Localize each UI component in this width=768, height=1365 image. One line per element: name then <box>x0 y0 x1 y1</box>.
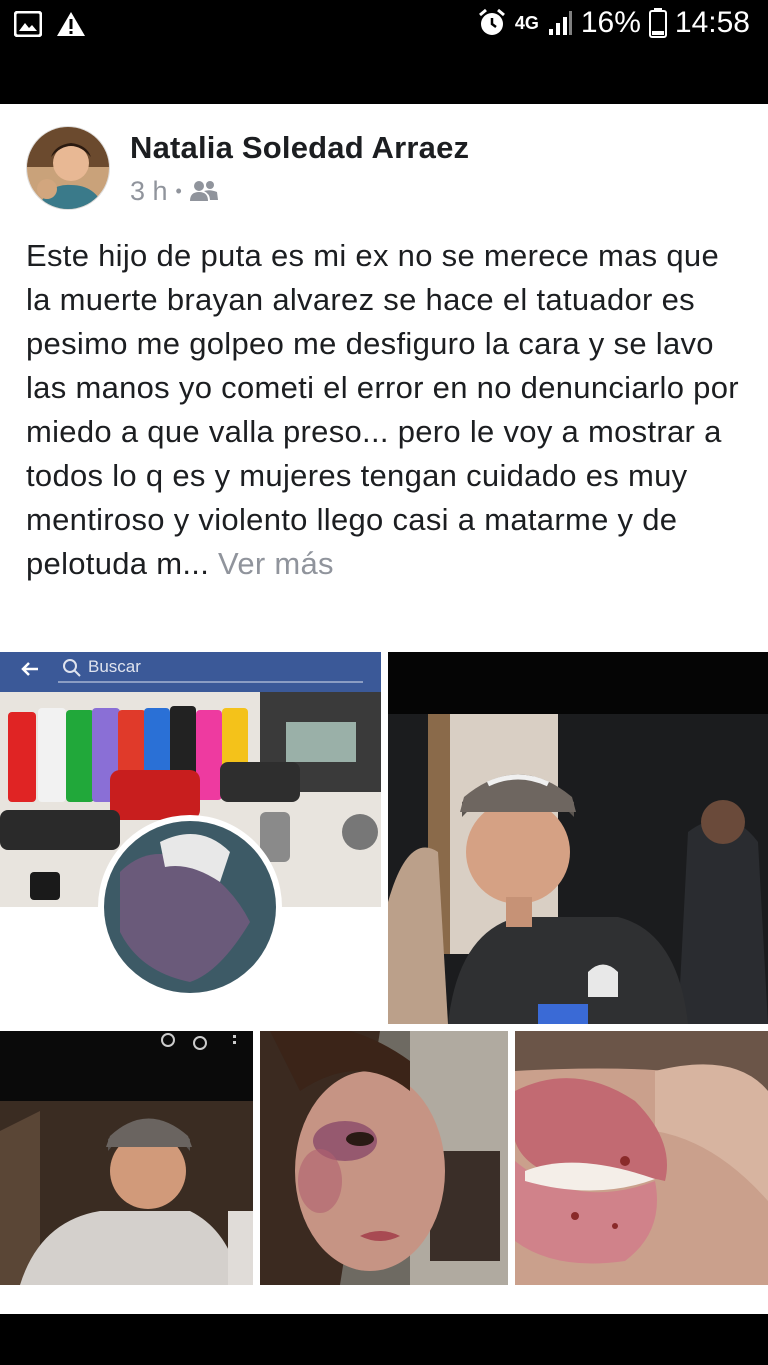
network-type: 4G <box>514 13 539 33</box>
author-name[interactable]: Natalia Soledad Arraez <box>130 130 469 166</box>
post-header: Natalia Soledad Arraez 3 h • <box>26 126 469 210</box>
see-more-link[interactable]: Ver más <box>218 546 334 581</box>
alarm-icon <box>477 8 507 38</box>
warning-icon <box>56 10 86 38</box>
photo-man-cap[interactable] <box>388 652 768 1024</box>
search-icon <box>62 658 82 678</box>
avatar[interactable] <box>26 126 110 210</box>
search-placeholder[interactable]: Buscar <box>88 657 141 677</box>
post-time[interactable]: 3 h <box>130 176 168 207</box>
photo-bruised-face[interactable] <box>260 1031 508 1285</box>
photo-man-cap-2[interactable] <box>0 1031 253 1285</box>
battery-percent: 16% <box>580 6 641 39</box>
friends-icon <box>189 180 218 202</box>
photo-injured-lip[interactable] <box>515 1031 768 1285</box>
clock: 14:58 <box>674 6 750 39</box>
post-meta: 3 h • <box>130 176 469 207</box>
signal-icon <box>547 10 573 36</box>
post-card: Natalia Soledad Arraez 3 h • Este hijo d… <box>0 104 768 1314</box>
image-icon <box>14 11 42 37</box>
meta-separator: • <box>175 180 182 201</box>
status-bar: 4G 16% 14:58 <box>0 0 768 100</box>
post-text: Este hijo de puta es mi ex no se merece … <box>26 234 742 586</box>
photo-tattoo-profile[interactable]: Buscar <box>0 652 381 1024</box>
battery-icon <box>648 8 667 38</box>
post-body: Este hijo de puta es mi ex no se merece … <box>26 238 739 581</box>
back-arrow-icon[interactable] <box>18 657 42 681</box>
bottom-bar <box>0 1314 768 1365</box>
